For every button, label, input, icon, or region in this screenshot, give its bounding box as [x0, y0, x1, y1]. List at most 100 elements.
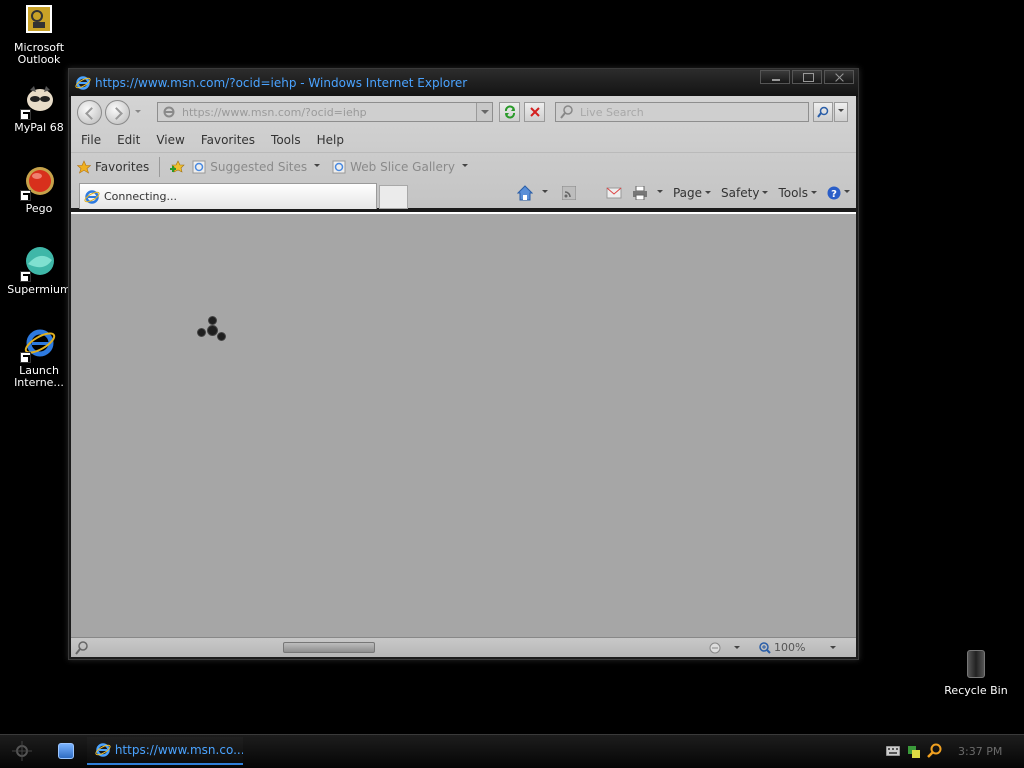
outlook-icon	[22, 4, 56, 38]
network-icon[interactable]	[906, 744, 920, 758]
home-icon	[516, 185, 533, 201]
horizontal-scrollbar-thumb[interactable]	[283, 642, 375, 653]
internet-explorer-icon	[20, 327, 56, 363]
keyboard-icon[interactable]	[886, 746, 900, 756]
favorites-button[interactable]: Favorites	[77, 160, 149, 174]
address-bar[interactable]: https://www.msn.com/?ocid=iehp	[157, 102, 493, 122]
back-button[interactable]	[77, 100, 102, 125]
search-tray-icon[interactable]	[926, 743, 942, 759]
new-tab-button[interactable]	[379, 185, 408, 209]
favorites-label: Favorites	[95, 159, 150, 174]
browser-window: https://www.msn.com/?ocid=iehp - Windows…	[68, 68, 859, 660]
taskbar: https://www.msn.co... 3:37 PM	[0, 734, 1024, 768]
chevron-down-icon	[656, 190, 663, 196]
show-desktop-icon[interactable]	[58, 743, 74, 759]
print-button[interactable]	[632, 186, 663, 200]
refresh-button[interactable]	[499, 102, 520, 122]
tab-connecting[interactable]: Connecting...	[79, 183, 377, 209]
page-content[interactable]	[71, 212, 856, 637]
menu-bar: File Edit View Favorites Tools Help	[71, 128, 856, 152]
search-go-button[interactable]	[813, 102, 833, 122]
menu-edit[interactable]: Edit	[117, 133, 140, 147]
search-icon	[560, 105, 573, 119]
window-title: https://www.msn.com/?ocid=iehp - Windows…	[95, 76, 468, 90]
suggested-sites-label: Suggested Sites	[210, 159, 308, 174]
stop-button[interactable]	[524, 102, 545, 122]
help-icon: ?	[827, 186, 841, 200]
clock[interactable]: 3:37 PM	[958, 745, 1002, 758]
web-slice-gallery-button[interactable]: Web Slice Gallery	[332, 160, 468, 174]
start-button[interactable]	[0, 737, 44, 765]
star-icon	[77, 159, 91, 174]
address-text: https://www.msn.com/?ocid=iehp	[182, 105, 367, 119]
desktop-icon-supermium[interactable]: Supermium	[1, 246, 77, 296]
system-tray: 3:37 PM	[880, 737, 1024, 765]
recent-pages-dropdown[interactable]	[135, 110, 141, 116]
page-menu-button[interactable]: Page	[672, 186, 712, 200]
start-orb-icon	[12, 741, 32, 761]
desktop-icon-label: Launch Interne...	[14, 364, 64, 389]
zoom-dropdown-icon[interactable]	[830, 646, 836, 652]
menu-help[interactable]: Help	[317, 133, 344, 147]
svg-text:?: ?	[831, 189, 837, 200]
minimize-button[interactable]	[760, 70, 790, 84]
magnifier-icon	[817, 106, 829, 118]
suggested-sites-button[interactable]: Suggested Sites	[192, 159, 321, 174]
refresh-icon	[504, 105, 515, 119]
menu-file[interactable]: File	[81, 133, 101, 147]
status-bar: 100%	[71, 637, 856, 657]
web-slice-gallery-label: Web Slice Gallery	[350, 159, 455, 174]
mypal-raccoon-icon	[20, 84, 56, 120]
chevron-down-icon	[762, 190, 769, 197]
safety-menu-button[interactable]: Safety	[721, 186, 769, 200]
desktop-icon-label: Supermium	[7, 283, 71, 296]
loading-spinner-icon	[197, 316, 227, 342]
add-to-favorites-icon[interactable]	[170, 159, 186, 174]
menu-view[interactable]: View	[156, 133, 184, 147]
home-button[interactable]	[516, 185, 548, 201]
page-icon	[163, 106, 175, 118]
menu-tools[interactable]: Tools	[271, 133, 301, 147]
shortcut-arrow-icon	[20, 109, 31, 120]
tab-row: Connecting... Page Safety Tools ?	[71, 180, 856, 209]
protected-mode-icon[interactable]	[709, 642, 721, 654]
forward-button[interactable]	[105, 100, 130, 125]
chevron-down-icon[interactable]	[734, 646, 740, 652]
ie-page-icon	[332, 160, 346, 173]
desktop-icon-recycle-bin[interactable]: Recycle Bin	[938, 650, 1014, 697]
taskbar-button-label: https://www.msn.co...	[114, 743, 243, 757]
maximize-button[interactable]	[792, 70, 822, 84]
search-box[interactable]: Live Search	[555, 102, 809, 122]
address-dropdown-button[interactable]	[476, 103, 492, 121]
tab-label: Connecting...	[104, 190, 177, 203]
desktop-icon-launch-ie[interactable]: Launch Interne...	[1, 327, 77, 389]
shortcut-arrow-icon	[20, 352, 31, 363]
help-button[interactable]: ?	[827, 186, 850, 200]
close-button[interactable]	[824, 70, 854, 84]
window-titlebar[interactable]: https://www.msn.com/?ocid=iehp - Windows…	[69, 69, 858, 97]
desktop-icon-outlook[interactable]: Microsoft Outlook	[1, 4, 77, 66]
desktop-icon-mypal[interactable]: MyPal 68	[1, 84, 77, 134]
toolbar-separator	[159, 156, 161, 177]
desktop-icon-pego[interactable]: Pego	[1, 165, 77, 215]
chevron-down-icon	[838, 108, 844, 115]
page-menu-label: Page	[672, 186, 703, 200]
rss-feed-icon[interactable]	[561, 186, 576, 200]
search-options-dropdown[interactable]	[834, 102, 848, 122]
desktop-icon-label: Pego	[25, 202, 53, 215]
recycle-bin-icon	[967, 650, 985, 678]
zoom-level[interactable]: 100%	[759, 641, 805, 654]
tools-menu-button[interactable]: Tools	[778, 186, 817, 200]
navigation-row: https://www.msn.com/?ocid=iehp Live Sear…	[71, 96, 856, 128]
taskbar-button-ie[interactable]: https://www.msn.co...	[87, 737, 243, 765]
chevron-down-icon	[541, 190, 548, 196]
favorites-bar: Favorites Suggested Sites Web Slice Gall…	[71, 152, 856, 180]
read-mail-icon[interactable]	[606, 187, 622, 199]
ie-page-icon	[192, 160, 206, 173]
menu-favorites[interactable]: Favorites	[201, 133, 255, 147]
stop-x-icon	[529, 107, 540, 117]
ie-logo-icon	[95, 743, 111, 757]
printer-icon	[632, 186, 647, 200]
command-bar: Page Safety Tools ?	[516, 185, 850, 201]
pego-icon	[20, 165, 56, 201]
